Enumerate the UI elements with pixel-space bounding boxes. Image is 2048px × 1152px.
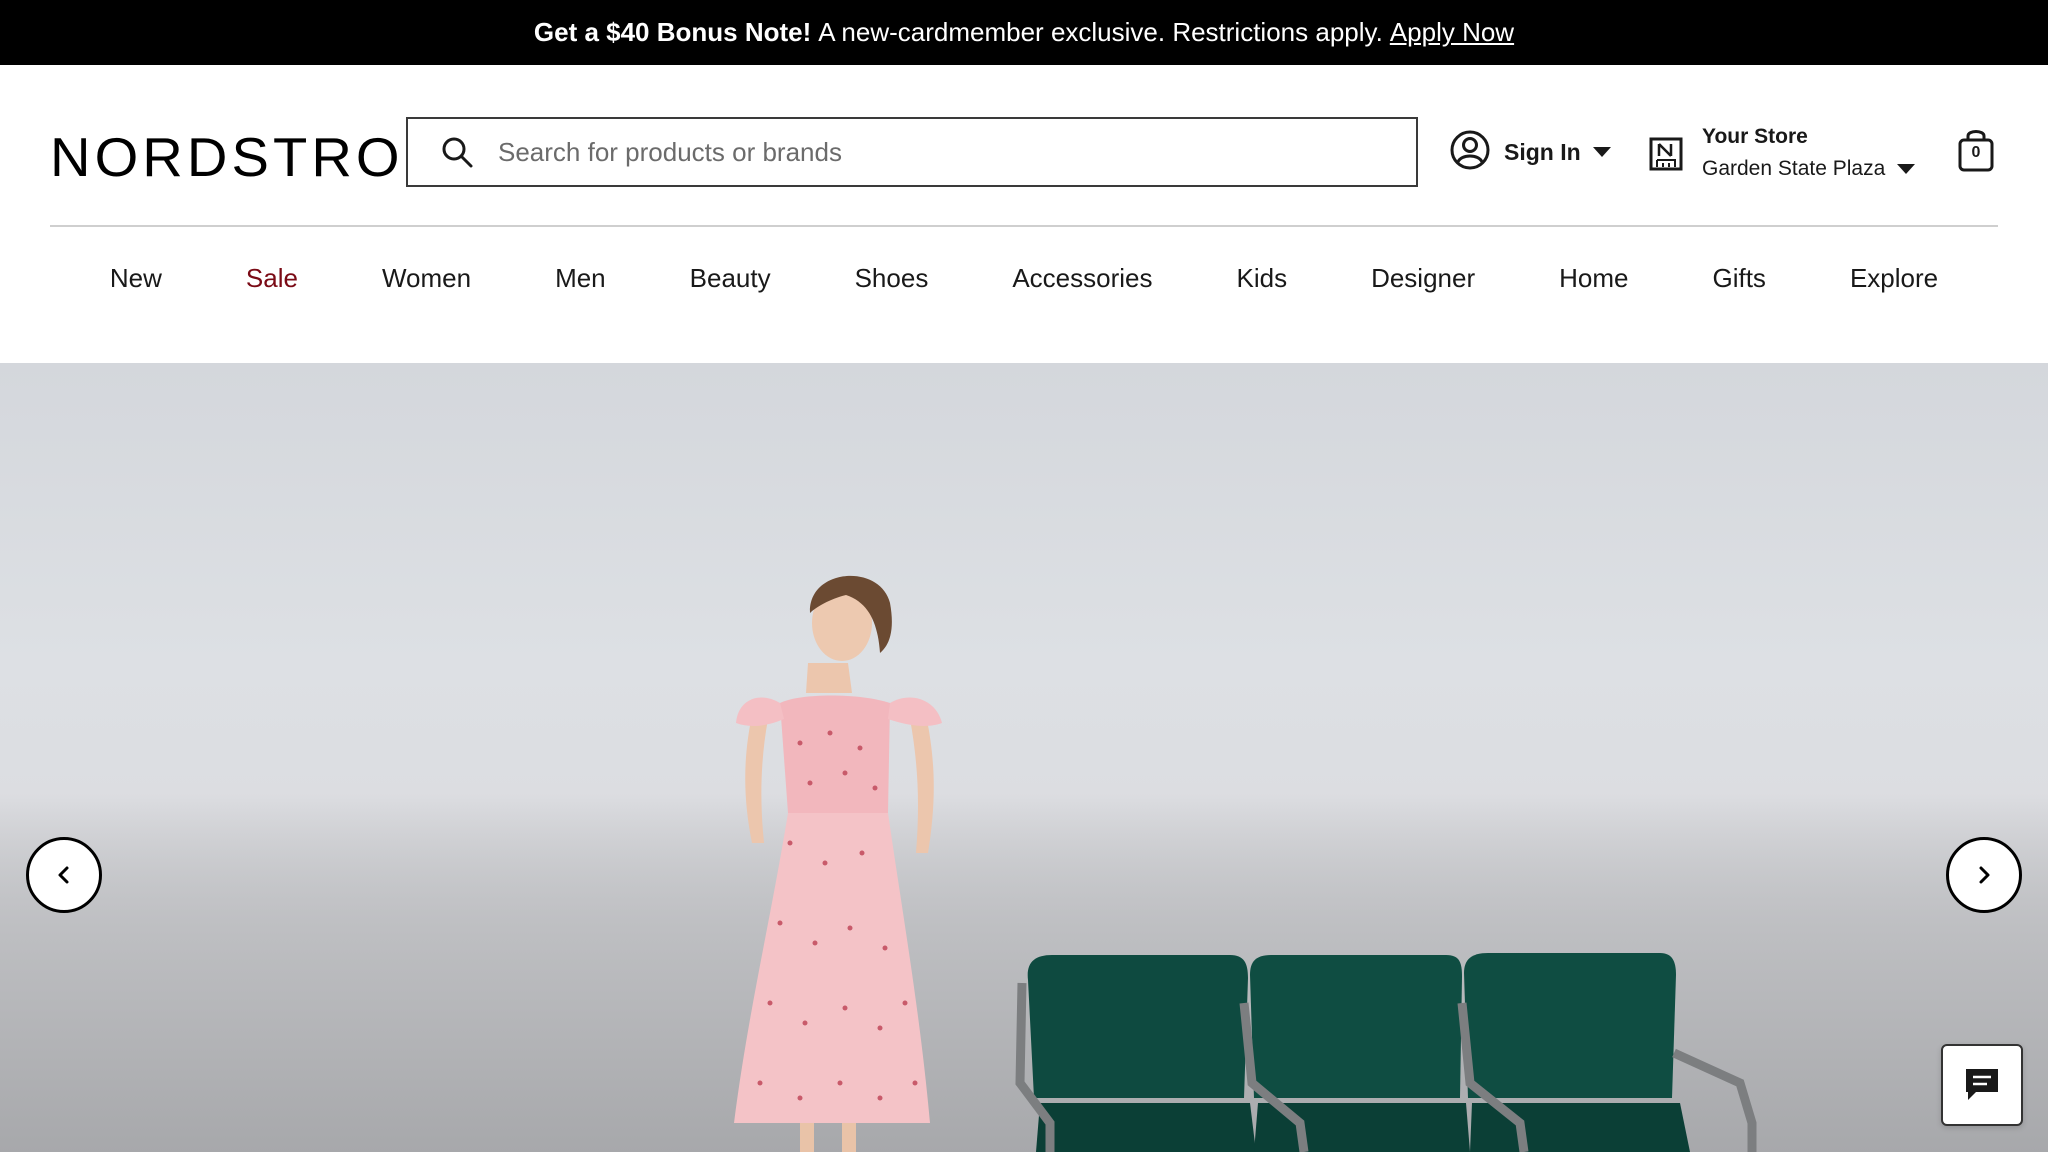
main-navigation: New Sale Women Men Beauty Shoes Accessor… xyxy=(0,253,2048,303)
chat-button[interactable] xyxy=(1941,1044,2023,1126)
nav-item-men[interactable]: Men xyxy=(555,263,606,294)
bag-count: 0 xyxy=(1971,144,1981,161)
sign-in-label: Sign In xyxy=(1504,138,1581,165)
nav-item-sale[interactable]: Sale xyxy=(246,263,298,294)
chevron-down-icon xyxy=(1897,164,1916,174)
hero-image xyxy=(734,575,1757,1152)
carousel-prev-button[interactable] xyxy=(26,837,102,913)
nav-item-accessories[interactable]: Accessories xyxy=(1012,263,1152,294)
promo-headline: Get a $40 Bonus Note! xyxy=(533,17,812,47)
nav-item-shoes[interactable]: Shoes xyxy=(855,263,929,294)
model-figure xyxy=(734,575,942,1152)
sign-in-button[interactable]: Sign In xyxy=(1450,129,1611,175)
store-name: Garden State Plaza xyxy=(1702,157,1886,180)
nav-item-gifts[interactable]: Gifts xyxy=(1712,263,1765,294)
search-input[interactable] xyxy=(498,132,1398,172)
chevron-down-icon xyxy=(1592,147,1611,157)
user-icon xyxy=(1450,130,1490,175)
promo-message: A new-cardmember exclusive. Restrictions… xyxy=(818,17,1383,47)
apply-now-link[interactable]: Apply Now xyxy=(1390,17,1514,48)
header-divider xyxy=(50,225,1998,227)
store-selector[interactable]: Your Store Garden State Plaza xyxy=(1648,119,1916,189)
nav-item-explore[interactable]: Explore xyxy=(1850,263,1938,294)
nav-item-kids[interactable]: Kids xyxy=(1236,263,1287,294)
nav-item-designer[interactable]: Designer xyxy=(1371,263,1475,294)
nav-item-women[interactable]: Women xyxy=(382,263,471,294)
search-icon[interactable] xyxy=(440,135,474,169)
chat-icon xyxy=(1966,1069,1998,1100)
green-chairs xyxy=(1015,953,1757,1152)
promo-bar: Get a $40 Bonus Note! A new-cardmember e… xyxy=(0,0,2048,65)
search-bar[interactable] xyxy=(406,117,1418,187)
store-title: Your Store xyxy=(1702,125,1808,148)
nav-item-new[interactable]: New xyxy=(110,263,162,294)
shopping-bag-button[interactable]: 0 xyxy=(1956,127,1996,173)
hero-banner[interactable] xyxy=(0,363,2048,1152)
nordstrom-logo[interactable]: NORDSTROM xyxy=(50,129,454,185)
chevron-right-icon xyxy=(1979,866,1990,884)
nav-item-beauty[interactable]: Beauty xyxy=(690,263,771,294)
carousel-next-button[interactable] xyxy=(1946,837,2022,913)
chevron-left-icon xyxy=(58,866,69,884)
nav-item-home[interactable]: Home xyxy=(1559,263,1628,294)
site-header: NORDSTROM Sign In xyxy=(0,65,2048,363)
store-icon xyxy=(1648,136,1684,172)
